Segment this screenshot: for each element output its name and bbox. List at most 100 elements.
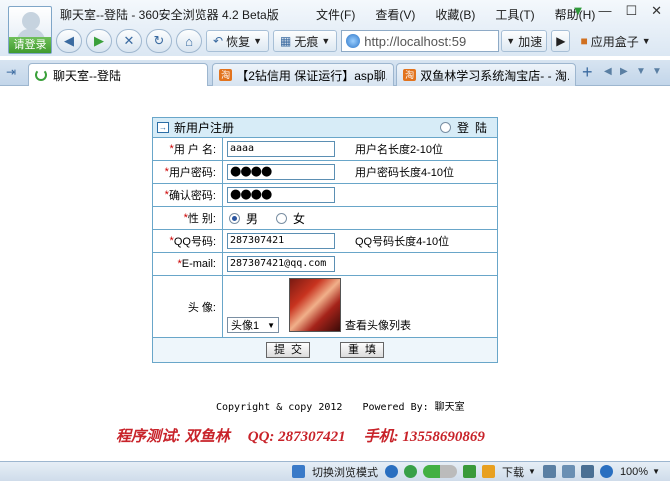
email-input[interactable]: 287307421@qq.com — [227, 256, 335, 272]
chevron-down-icon: ▼ — [641, 36, 651, 46]
refresh-button[interactable]: ↻ — [146, 29, 172, 53]
browse-mode-icon — [292, 465, 306, 478]
switch-browse-mode[interactable]: 切换浏览模式 — [312, 464, 378, 480]
tester-text: 程序测试: 双鱼林 — [116, 429, 230, 445]
zoom-level[interactable]: 100% — [620, 466, 648, 478]
address-input[interactable]: http://localhost:59 — [364, 34, 466, 49]
tab-bar: ⇥ 聊天室--登陆 淘 【2钻信用 保证运行】asp聊... 淘 双鱼林学习系统… — [0, 60, 670, 86]
mail-icon[interactable] — [542, 465, 556, 478]
tab-menu-icon[interactable]: ▼ — [652, 66, 662, 77]
view-avatar-list-link[interactable]: 查看头像列表 — [345, 317, 411, 333]
back-arrow-icon: ◀ — [64, 33, 74, 48]
form-header-icon: → — [157, 122, 169, 133]
confirm-password-input[interactable]: ●●●● — [227, 187, 335, 203]
chevron-down-icon[interactable]: ▼ — [652, 467, 660, 476]
gender-male-radio[interactable] — [229, 212, 240, 224]
password-input[interactable]: ●●●● — [227, 164, 335, 180]
go-button[interactable]: ▶ — [551, 30, 571, 52]
chevron-down-icon[interactable]: ▼ — [528, 467, 536, 476]
window-controls: ▼ — ☐ ✕ — [572, 3, 662, 19]
confirm-password-row: * 确认密码: ●●●● — [153, 184, 497, 207]
refresh-icon: ↻ — [153, 33, 165, 48]
email-row: * E-mail: 287307421@qq.com — [153, 253, 497, 276]
tab-asp-chat[interactable]: 淘 【2钻信用 保证运行】asp聊... — [212, 63, 394, 86]
home-icon: ⌂ — [185, 33, 193, 49]
loading-spinner-icon — [35, 69, 47, 81]
menu-view[interactable]: 查看(V) — [375, 6, 415, 23]
qq-label: QQ号码: — [173, 236, 216, 248]
skin-icon[interactable]: ▼ — [572, 3, 585, 19]
home-button[interactable]: ⌂ — [176, 29, 202, 53]
volume-icon[interactable] — [580, 465, 594, 478]
tester-phone-text: 手机: 13558690869 — [363, 429, 485, 445]
submit-button[interactable]: 提交 — [266, 342, 310, 358]
incognito-button[interactable]: ▦ 无痕 ▼ — [273, 30, 338, 52]
tab-chatroom-login[interactable]: 聊天室--登陆 — [28, 63, 208, 86]
tab-scroll-left-icon[interactable]: ◀ — [604, 66, 612, 77]
qq-input[interactable]: 287307421 — [227, 233, 335, 249]
maximize-icon[interactable]: ☐ — [625, 3, 637, 19]
app-box-button[interactable]: ■ 应用盒子 ▼ — [574, 30, 656, 52]
tab-list-icon[interactable]: ▼ — [636, 66, 646, 77]
copyright-line: Copyright & copy 2012 Powered By: 聊天室 — [216, 398, 465, 413]
incognito-icon: ▦ — [280, 34, 292, 48]
menu-tools[interactable]: 工具(T) — [495, 6, 534, 23]
toggle-switch-icon[interactable] — [423, 465, 458, 478]
tab-title: 聊天室--登陆 — [53, 68, 121, 83]
chevron-down-icon: ▼ — [253, 36, 262, 46]
password-row: * 用户密码: ●●●● 用户密码长度4-10位 — [153, 161, 497, 184]
tab-title: 【2钻信用 保证运行】asp聊... — [236, 68, 387, 83]
close-icon[interactable]: ✕ — [651, 3, 662, 19]
menu-file[interactable]: 文件(F) — [316, 6, 355, 23]
window-title: 聊天室--登陆 - 360安全浏览器 4.2 Beta版 — [60, 8, 279, 22]
register-form: → 新用户注册 登陆 * 用 户 名: aaaa 用户名长度2-10位 * 用户密码… — [152, 117, 498, 363]
password-hint: 用户密码长度4-10位 — [355, 167, 455, 179]
play-icon: ▶ — [556, 34, 566, 48]
accelerate-button[interactable]: ▼ 加速 — [501, 30, 548, 52]
tab-title: 双鱼林学习系统淘宝店- - 淘... — [420, 68, 569, 83]
window-icon[interactable] — [561, 465, 575, 478]
chevron-down-icon: ▼ — [321, 36, 331, 46]
menu-favorites[interactable]: 收藏(B) — [435, 6, 475, 23]
status-bar: 切换浏览模式 下载 ▼ 100% ▼ — [0, 461, 670, 481]
chevron-down-icon: ▼ — [267, 320, 275, 330]
username-row: * 用 户 名: aaaa 用户名长度2-10位 — [153, 138, 497, 161]
tab-scroll-right-icon[interactable]: ▶ — [620, 66, 628, 77]
forward-button[interactable]: ▶ — [86, 29, 112, 53]
download-button[interactable]: 下载 — [502, 464, 524, 480]
screenshot-icon[interactable] — [463, 465, 477, 478]
security-shield-icon[interactable] — [404, 465, 418, 478]
dropdown-icon: ▼ — [506, 36, 516, 46]
user-avatar-button[interactable]: 请登录 — [8, 6, 52, 54]
download-icon — [482, 465, 496, 478]
qq-row: * QQ号码: 287307421 QQ号码长度4-10位 — [153, 230, 497, 253]
login-badge[interactable]: 请登录 — [9, 37, 51, 53]
avatar-select[interactable]: 头像1 ▼ — [227, 317, 279, 333]
username-input[interactable]: aaaa — [227, 141, 335, 157]
gender-female-label: 女 — [293, 211, 306, 226]
new-tab-icon[interactable]: + — [582, 62, 593, 83]
login-link[interactable]: 登陆 — [439, 119, 493, 136]
form-header: → 新用户注册 登陆 — [153, 118, 497, 138]
avatar-preview-image — [289, 278, 341, 332]
back-button[interactable]: ◀ — [56, 29, 82, 53]
minimize-icon[interactable]: — — [598, 3, 611, 19]
menu-bar: 文件(F) 查看(V) 收藏(B) 工具(T) 帮助(H) — [316, 6, 615, 23]
app-box-icon: ■ — [580, 34, 588, 48]
tab-taobao-store[interactable]: 淘 双鱼林学习系统淘宝店- - 淘... — [396, 63, 576, 86]
restore-button[interactable]: ↶ 恢复 ▼ — [206, 30, 269, 52]
username-hint: 用户名长度2-10位 — [355, 144, 444, 156]
gender-female-radio[interactable] — [276, 212, 288, 224]
sidebar-toggle-icon[interactable]: ⇥ — [6, 65, 16, 79]
gender-label: 性 别: — [187, 213, 216, 225]
confirm-password-label: 确认密码: — [168, 190, 216, 202]
qq-hint: QQ号码长度4-10位 — [355, 236, 450, 248]
email-label: E-mail: — [181, 258, 216, 270]
address-bar[interactable]: http://localhost:59 — [341, 30, 500, 52]
browser-title-bar: 请登录 聊天室--登陆 - 360安全浏览器 4.2 Beta版 文件(F) 查… — [0, 0, 670, 56]
gender-male-label: 男 — [246, 211, 259, 226]
reset-button[interactable]: 重填 — [340, 342, 384, 358]
stop-button[interactable]: ✕ — [116, 29, 142, 53]
ie-icon[interactable] — [385, 465, 399, 478]
taobao-favicon-icon: 淘 — [219, 69, 233, 81]
